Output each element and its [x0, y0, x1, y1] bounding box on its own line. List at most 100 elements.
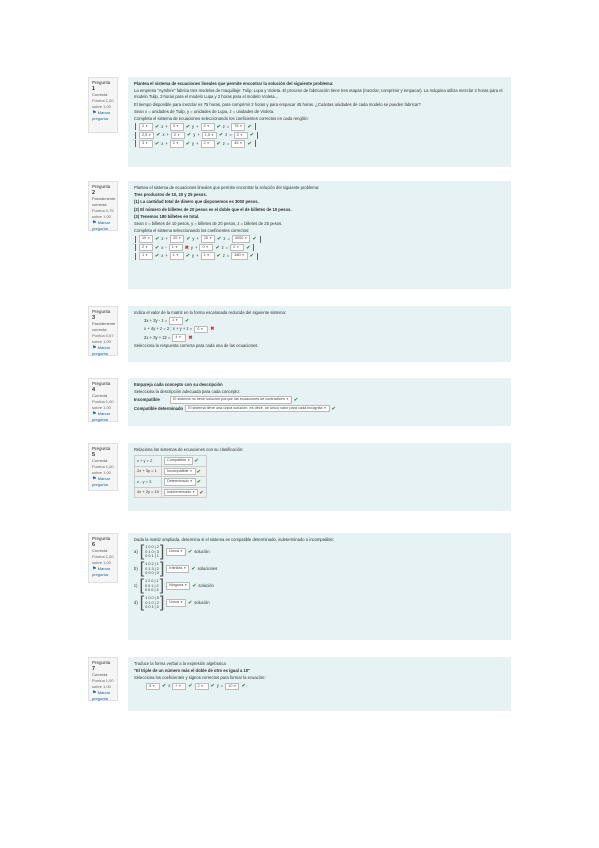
- chevron-down-icon: ▼: [145, 141, 149, 146]
- answer-select[interactable]: 2▼: [169, 140, 184, 148]
- select-value: 75: [234, 124, 239, 129]
- answer-select[interactable]: 2▼: [171, 131, 186, 140]
- select-value: 10: [142, 236, 147, 241]
- flag-question-link[interactable]: ⚑ Marcar pregunta: [92, 476, 114, 488]
- question-text: (1) La cantidad total de dinero que disp…: [134, 199, 259, 205]
- chevron-down-icon: ▼: [192, 489, 196, 494]
- answer-select[interactable]: 2▼: [233, 131, 248, 140]
- answer-select[interactable]: 1▼: [200, 252, 215, 260]
- chevron-down-icon: ▼: [178, 236, 182, 241]
- answer-select[interactable]: 0▼: [230, 243, 245, 252]
- row-bracket: [254, 140, 256, 148]
- check-icon: ✔: [188, 549, 193, 556]
- check-icon: ✔: [185, 123, 190, 130]
- select-value: Compatible: [167, 458, 187, 463]
- select-value: 2: [197, 683, 200, 688]
- answer-select[interactable]: 2,5▼: [139, 131, 155, 140]
- answer-label: x + 4y + z = 2 ; x + y + z =: [144, 326, 193, 332]
- answer-select[interactable]: 1▼: [168, 243, 183, 252]
- check-icon: ✔: [215, 244, 220, 251]
- table-cell: 2x + 3y = 1: [133, 465, 163, 478]
- answer-select[interactable]: El sistema no tiene solución porque las …: [170, 396, 292, 404]
- question-heading: Plantea el sistema de ecuaciones lineale…: [134, 185, 320, 190]
- flag-question-link[interactable]: ⚑ Marcar pregunta: [92, 566, 114, 578]
- flag-question-link[interactable]: ⚑ Marcar pregunta: [92, 110, 114, 122]
- answer-select[interactable]: 1▼: [139, 252, 153, 260]
- flag-question-link[interactable]: ⚑ Marcar pregunta: [92, 220, 114, 232]
- answer-select[interactable]: 2▼: [194, 682, 209, 691]
- answer-select[interactable]: 4▼: [172, 334, 187, 342]
- select-value: Incompatible: [167, 468, 189, 473]
- answer-select[interactable]: Ninguna▼: [166, 582, 191, 590]
- check-icon: ✔: [162, 683, 167, 690]
- answer-select[interactable]: Única▼: [166, 548, 186, 556]
- chevron-down-icon: ▼: [183, 566, 187, 571]
- question-state: Parcialmente correcta: [92, 196, 116, 207]
- answer-select[interactable]: 10▼: [139, 235, 154, 243]
- select-value: 45: [234, 141, 239, 146]
- answer-select[interactable]: 3▼: [169, 123, 184, 131]
- answer-select[interactable]: 45▼: [231, 140, 246, 148]
- answer-select[interactable]: Indeterminado▼: [164, 488, 199, 497]
- equation-token: =: [220, 683, 224, 689]
- equation-token: -: [165, 244, 167, 250]
- answer-select[interactable]: 25▼: [200, 235, 216, 243]
- check-icon: ✔: [194, 458, 199, 465]
- answer-select[interactable]: 3▼: [146, 682, 160, 691]
- answer-select[interactable]: El sistema tiene una única solución, es …: [185, 404, 330, 413]
- flag-question-link[interactable]: ⚑ Marcar pregunta: [92, 690, 114, 702]
- answer-select[interactable]: 1▼: [169, 252, 184, 260]
- question-text: (3) Tenemos 180 billetes en total.: [134, 213, 200, 219]
- equation-token: x: [161, 123, 164, 129]
- equation-token: =: [227, 236, 230, 242]
- answer-select[interactable]: Compatible▼: [164, 457, 194, 465]
- answer-select[interactable]: 75▼: [231, 123, 246, 131]
- match-label: Incompatible: [134, 397, 160, 403]
- equation-token: y: [191, 123, 195, 129]
- select-value: 2: [236, 132, 239, 137]
- question-number: Pregunta 4: [92, 381, 111, 393]
- answer-select[interactable]: 0▼: [199, 243, 214, 252]
- item-letter: b): [134, 566, 138, 572]
- check-icon: ✔: [188, 600, 193, 607]
- answer-select[interactable]: Infinitas▼: [166, 565, 190, 573]
- select-value: 3: [149, 683, 152, 688]
- answer-select[interactable]: 20▼: [169, 235, 185, 243]
- answer-select[interactable]: 3000▼: [231, 235, 251, 243]
- check-icon: ✔: [155, 244, 160, 251]
- equation-row: 10▼ ✔ x +20▼ ✔ y +25▼ ✔ z = 3000▼ ✔: [134, 235, 505, 243]
- answer-select[interactable]: 2▼: [200, 140, 215, 148]
- equation-token: +: [165, 123, 168, 129]
- question-text: El tiempo disponible para mezclar es 75 …: [134, 101, 421, 107]
- question-heading: Traduce la forma verbal a la expresión a…: [134, 661, 226, 666]
- answer-select[interactable]: 2▼: [139, 243, 153, 252]
- answer-select[interactable]: 1,5▼: [201, 131, 218, 140]
- chevron-down-icon: ▼: [189, 468, 193, 473]
- answer-select[interactable]: 3▼: [139, 140, 153, 148]
- question-number: Pregunta 7: [92, 660, 111, 672]
- chevron-down-icon: ▼: [145, 244, 149, 249]
- match-row: Compatible determinado El sistema tiene u…: [134, 404, 505, 413]
- answer-select[interactable]: +▼: [172, 682, 187, 691]
- answer-select[interactable]: 180▼: [231, 252, 248, 260]
- answer-select[interactable]: 0▼: [194, 325, 209, 334]
- matrix-rows: 1 0 2 | 10 1 3 | 20 0 0 | 0: [144, 562, 160, 576]
- answer-select[interactable]: Incompatible▼: [164, 467, 196, 476]
- flag-question-link[interactable]: ⚑ Marcar pregunta: [92, 345, 114, 357]
- check-icon: ✔: [185, 317, 190, 324]
- question-heading: Dada la matriz ampliada, determina si el…: [134, 537, 334, 542]
- answer-select[interactable]: Determinado▼: [164, 478, 196, 486]
- question-number: Pregunta 6: [92, 536, 111, 548]
- check-icon: ✔: [249, 253, 254, 260]
- flag-question-link[interactable]: ⚑ Marcar pregunta: [92, 411, 114, 423]
- answer-select[interactable]: 2▼: [200, 123, 215, 131]
- select-value: 2: [203, 141, 206, 146]
- answer-select[interactable]: Única▼: [166, 599, 186, 607]
- answer-select[interactable]: 2▼: [139, 123, 153, 131]
- select-value: 1: [203, 253, 206, 258]
- augmented-matrix: [1 0 0 | 50 1 0 | 20 0 1 | 0]: [140, 595, 165, 611]
- chevron-down-icon: ▼: [206, 253, 210, 258]
- answer-select[interactable]: 1▼: [169, 317, 184, 325]
- answer-select[interactable]: 10▼: [225, 682, 240, 691]
- question-heading: Indica el valor de la matriz en la forma…: [134, 310, 286, 315]
